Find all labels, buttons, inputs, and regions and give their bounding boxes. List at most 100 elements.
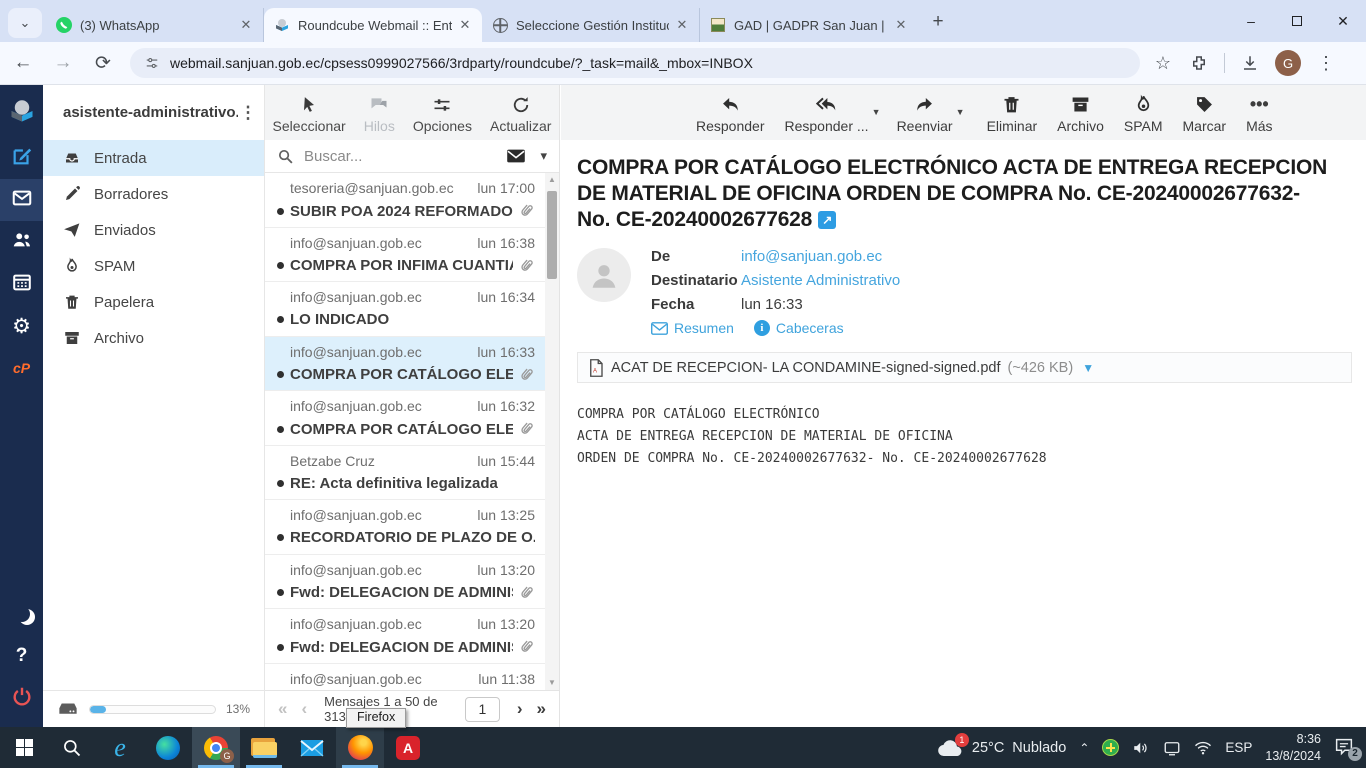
summary-link[interactable]: Resumen: [651, 320, 734, 336]
message-row[interactable]: info@sanjuan.gob.ec lun 16:38 COMPRA POR I…: [265, 228, 545, 282]
message-row[interactable]: info@sanjuan.gob.ec lun 16:34 LO INDICADO: [265, 282, 545, 337]
close-icon[interactable]: ✕: [892, 16, 910, 34]
next-page-icon[interactable]: ›: [514, 699, 526, 719]
message-row[interactable]: info@sanjuan.gob.ec lun 16:32 COMPRA POR C…: [265, 391, 545, 446]
last-page-icon[interactable]: »: [534, 699, 549, 719]
spam-button[interactable]: SPAM: [1124, 94, 1163, 134]
cpanel-button[interactable]: cP: [0, 347, 43, 389]
taskbar-search-button[interactable]: [48, 727, 96, 768]
dropdown-caret-icon[interactable]: ▼: [872, 107, 881, 117]
attachment-menu-caret-icon[interactable]: ▼: [1082, 361, 1094, 375]
folder-archivo[interactable]: Archivo: [43, 320, 264, 356]
threads-button[interactable]: Hilos: [364, 95, 395, 134]
more-button[interactable]: ••• Más: [1246, 94, 1272, 134]
minimize-button[interactable]: –: [1228, 0, 1274, 42]
reload-button[interactable]: ⟳: [86, 46, 120, 80]
folder-spam[interactable]: SPAM: [43, 248, 264, 284]
delete-button[interactable]: Eliminar: [987, 94, 1037, 134]
message-row[interactable]: info@sanjuan.gob.ec lun 13:25 RECORDATORIO…: [265, 500, 545, 555]
close-icon[interactable]: ✕: [237, 16, 255, 34]
notification-center-button[interactable]: 2: [1334, 738, 1362, 761]
first-page-icon[interactable]: «: [275, 699, 290, 719]
search-scope-mail-icon[interactable]: [506, 148, 526, 164]
bookmark-star-icon[interactable]: ☆: [1152, 52, 1174, 74]
message-row[interactable]: tesoreria@sanjuan.gob.ec lun 17:00 SUBIR P…: [265, 173, 545, 228]
search-bar[interactable]: Buscar... ▾: [265, 140, 559, 173]
attachment-name[interactable]: ACAT DE RECEPCION- LA CONDAMINE-signed-s…: [611, 360, 1000, 376]
recipient-link[interactable]: Asistente Administrativo: [741, 272, 900, 289]
help-button[interactable]: ?: [0, 635, 43, 677]
prev-page-icon[interactable]: ‹: [298, 699, 310, 719]
page-number-input[interactable]: 1: [464, 696, 500, 722]
tab-roundcube[interactable]: Roundcube Webmail :: Entrada ✕: [264, 8, 482, 42]
reply-all-button[interactable]: Responder ... ▼: [785, 94, 881, 134]
tab-whatsapp[interactable]: (3) WhatsApp ✕: [46, 8, 264, 42]
mail-app-button[interactable]: [288, 727, 336, 768]
dropdown-caret-icon[interactable]: ▼: [956, 107, 965, 117]
new-tab-button[interactable]: +: [924, 8, 952, 36]
folder-options-icon[interactable]: ⋮: [238, 103, 258, 123]
start-button[interactable]: [0, 727, 48, 768]
file-explorer-button[interactable]: [240, 727, 288, 768]
message-row[interactable]: info@sanjuan.gob.ec lun 16:33 COMPRA POR C…: [265, 336, 545, 391]
contacts-nav-button[interactable]: [0, 221, 43, 263]
scrollbar-thumb[interactable]: [547, 191, 557, 279]
site-settings-icon[interactable]: [144, 56, 160, 70]
message-row[interactable]: Betzabe Cruz lun 15:44 RE: Acta definitiva…: [265, 446, 545, 500]
message-row[interactable]: info@sanjuan.gob.ec lun 13:20 Fwd: DELEGAC…: [265, 609, 545, 664]
list-scrollbar[interactable]: ▲ ▼: [545, 173, 559, 690]
edge-button[interactable]: [144, 727, 192, 768]
folder-enviados[interactable]: Enviados: [43, 212, 264, 248]
scroll-down-icon[interactable]: ▼: [545, 676, 559, 690]
search-options-caret-icon[interactable]: ▾: [540, 148, 547, 164]
folder-papelera[interactable]: Papelera: [43, 284, 264, 320]
weather-widget[interactable]: 1 25°C Nublado: [936, 732, 1066, 758]
chrome-button[interactable]: G: [192, 727, 240, 768]
wifi-icon[interactable]: [1194, 739, 1212, 757]
cast-icon[interactable]: [1163, 739, 1181, 757]
clock[interactable]: 8:36 13/8/2024: [1265, 731, 1321, 764]
refresh-button[interactable]: Actualizar: [490, 95, 551, 134]
back-button[interactable]: ←: [6, 46, 40, 80]
mark-button[interactable]: Marcar: [1183, 94, 1226, 134]
calendar-nav-button[interactable]: [0, 263, 43, 305]
browser-menu-icon[interactable]: ⋮: [1315, 52, 1337, 74]
downloads-icon[interactable]: [1239, 52, 1261, 74]
address-bar[interactable]: webmail.sanjuan.gob.ec/cpsess0999027566/…: [130, 48, 1140, 78]
compose-button[interactable]: [0, 137, 43, 179]
settings-nav-button[interactable]: ⚙: [0, 305, 43, 347]
tab-search-button[interactable]: ⌄: [8, 8, 42, 38]
profile-avatar[interactable]: G: [1275, 50, 1301, 76]
message-row[interactable]: info@sanjuan.gob.ec lun 11:38: [265, 664, 545, 691]
open-in-new-window-icon[interactable]: ↗: [818, 211, 837, 230]
mail-nav-button[interactable]: [0, 179, 43, 221]
acrobat-button[interactable]: A: [384, 727, 432, 768]
forward-button[interactable]: Reenviar ▼: [897, 94, 965, 134]
antivirus-icon[interactable]: [1102, 739, 1120, 756]
dark-mode-button[interactable]: [0, 593, 43, 635]
message-row[interactable]: info@sanjuan.gob.ec lun 13:20 Fwd: DELEGAC…: [265, 555, 545, 609]
scroll-up-icon[interactable]: ▲: [545, 173, 559, 187]
close-window-button[interactable]: ✕: [1320, 0, 1366, 42]
internet-explorer-button[interactable]: e: [96, 727, 144, 768]
firefox-button[interactable]: [336, 727, 384, 768]
restore-button[interactable]: [1274, 0, 1320, 42]
folder-borradores[interactable]: Borradores: [43, 176, 264, 212]
logout-button[interactable]: [0, 677, 43, 719]
folder-entrada[interactable]: Entrada: [43, 140, 264, 176]
language-indicator[interactable]: ESP: [1225, 740, 1252, 755]
close-icon[interactable]: ✕: [673, 16, 691, 34]
attachment-bar[interactable]: A ACAT DE RECEPCION- LA CONDAMINE-signed…: [577, 352, 1352, 384]
reply-button[interactable]: Responder: [696, 94, 765, 134]
sender-address-link[interactable]: info@sanjuan.gob.ec: [741, 248, 882, 265]
archive-button[interactable]: Archivo: [1057, 94, 1104, 134]
extensions-icon[interactable]: [1188, 52, 1210, 74]
tab-gad[interactable]: GAD | GADPR San Juan | ✕: [700, 8, 918, 42]
tab-gestion[interactable]: Seleccione Gestión Institucional ✕: [482, 8, 700, 42]
close-icon[interactable]: ✕: [456, 16, 474, 34]
tray-expand-icon[interactable]: ⌃: [1079, 741, 1089, 755]
headers-link[interactable]: i Cabeceras: [753, 320, 844, 337]
volume-icon[interactable]: [1132, 739, 1150, 757]
options-button[interactable]: Opciones: [413, 95, 472, 134]
forward-button[interactable]: →: [46, 46, 80, 80]
